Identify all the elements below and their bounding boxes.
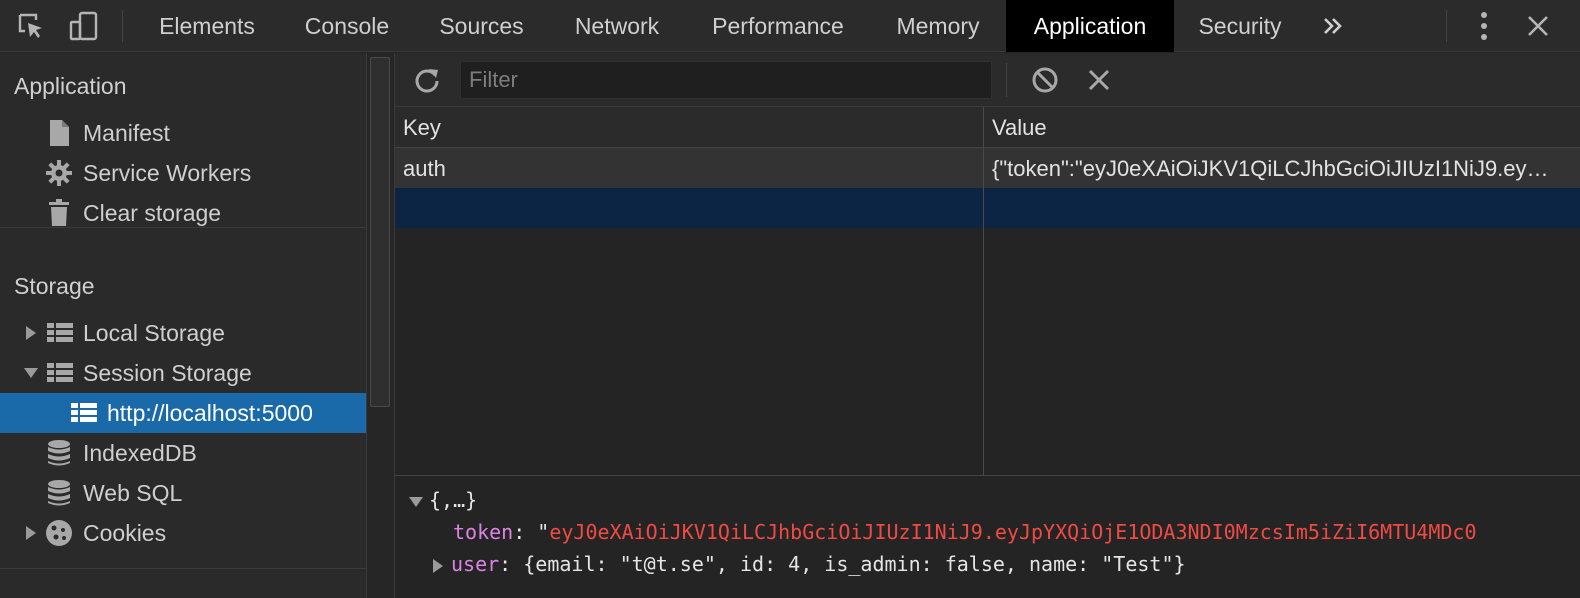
tab-memory[interactable]: Memory <box>880 0 996 52</box>
sidebar-item-label: Manifest <box>83 119 170 146</box>
sidebar-item-label: Web SQL <box>83 479 183 506</box>
database-icon <box>45 479 73 507</box>
sidebar-item-label: Local Storage <box>83 319 225 346</box>
section-title-application: Application <box>14 73 127 99</box>
tab-network[interactable]: Network <box>557 0 677 52</box>
sidebar-item-label: http://localhost:5000 <box>107 399 313 426</box>
manifest-icon <box>45 119 73 147</box>
expand-arrow-icon[interactable] <box>433 558 443 573</box>
device-toggle-icon[interactable] <box>66 8 102 44</box>
preview-token-line: token: "eyJ0eXAiOiJKV1QiLCJhbGciOiJIUzI1… <box>453 520 1477 544</box>
preview-root[interactable]: {,…} <box>409 488 477 512</box>
collapse-arrow-icon[interactable] <box>24 368 38 378</box>
toolbar-divider <box>1006 63 1007 97</box>
sidebar-item-session-storage[interactable]: Session Storage <box>0 353 366 393</box>
sidebar-item-label: IndexedDB <box>83 439 197 466</box>
sidebar-item-local-storage[interactable]: Local Storage <box>0 313 366 353</box>
filter-input[interactable] <box>460 61 992 99</box>
preview-token-key: token <box>453 520 514 544</box>
gear-icon <box>45 159 73 187</box>
kebab-menu-icon[interactable] <box>1466 8 1502 44</box>
storage-table: Key Value auth {"token":"eyJ0eXAiOiJKV1Q… <box>395 107 1580 475</box>
table-icon <box>46 359 74 387</box>
clear-all-icon[interactable] <box>1027 62 1063 98</box>
application-sidebar: Application Manifest Service Workers Cle… <box>0 53 366 598</box>
column-divider[interactable] <box>983 107 984 475</box>
table-header: Key Value <box>395 107 1580 148</box>
database-icon <box>45 439 73 467</box>
sidebar-item-label: Cookies <box>83 519 167 546</box>
value-preview: {,…} token: "eyJ0eXAiOiJKV1QiLCJhbGciOiJ… <box>395 475 1580 598</box>
sidebar-scrollbar[interactable] <box>366 53 395 598</box>
sidebar-scrollbar-thumb[interactable] <box>370 57 390 407</box>
sidebar-item-label: Service Workers <box>83 159 252 186</box>
toolbar-divider <box>1446 10 1447 42</box>
collapse-arrow-icon[interactable] <box>409 496 423 507</box>
inspect-icon[interactable] <box>13 8 49 44</box>
refresh-icon[interactable] <box>409 62 445 98</box>
table-icon <box>46 319 74 347</box>
cell-key[interactable]: auth <box>403 156 973 182</box>
expand-arrow-icon[interactable] <box>26 326 36 340</box>
tab-elements[interactable]: Elements <box>140 0 274 52</box>
toolbar-divider <box>122 10 123 42</box>
storage-toolbar <box>395 53 1580 107</box>
section-title-storage: Storage <box>14 273 95 299</box>
sidebar-item-service-workers[interactable]: Service Workers <box>0 153 366 193</box>
sidebar-item-label: Session Storage <box>83 359 252 386</box>
sidebar-item-manifest[interactable]: Manifest <box>0 113 366 153</box>
tab-sources[interactable]: Sources <box>424 0 539 52</box>
cell-value[interactable]: {"token":"eyJ0eXAiOiJKV1QiLCJhbGciOiJIUz… <box>992 156 1557 182</box>
column-header-value[interactable]: Value <box>992 115 1047 141</box>
sidebar-item-localhost-5000[interactable]: http://localhost:5000 <box>0 393 366 433</box>
preview-user-key: user <box>451 552 500 576</box>
table-row-empty-selected[interactable] <box>395 188 1580 228</box>
close-icon[interactable] <box>1520 8 1556 44</box>
preview-token-value: eyJ0eXAiOiJKV1QiLCJhbGciOiJIUzI1NiJ9.eyJ… <box>549 520 1477 544</box>
sidebar-item-web-sql[interactable]: Web SQL <box>0 473 366 513</box>
table-row[interactable]: auth {"token":"eyJ0eXAiOiJKV1QiLCJhbGciO… <box>395 148 1580 188</box>
sidebar-item-indexeddb[interactable]: IndexedDB <box>0 433 366 473</box>
trash-icon <box>45 199 73 227</box>
sidebar-item-cookies[interactable]: Cookies <box>0 513 366 553</box>
tab-console[interactable]: Console <box>288 0 406 52</box>
preview-user-line[interactable]: user: {email: "t@t.se", id: 4, is_admin:… <box>433 552 1186 576</box>
sidebar-item-label: Clear storage <box>83 199 222 226</box>
tab-application[interactable]: Application <box>1006 0 1174 52</box>
sidebar-divider <box>0 568 366 569</box>
devtools-tab-bar: Elements Console Sources Network Perform… <box>0 0 1580 52</box>
delete-selected-icon[interactable] <box>1081 62 1117 98</box>
preview-user-value: {email: "t@t.se", id: 4, is_admin: false… <box>523 552 1186 576</box>
sidebar-divider <box>0 227 366 228</box>
expand-arrow-icon[interactable] <box>26 526 36 540</box>
tab-security[interactable]: Security <box>1184 0 1296 52</box>
column-header-key[interactable]: Key <box>403 115 441 141</box>
session-storage-panel: Key Value auth {"token":"eyJ0eXAiOiJKV1Q… <box>395 53 1580 598</box>
cookie-icon <box>45 519 73 547</box>
more-tabs-icon[interactable] <box>1315 8 1351 44</box>
table-icon <box>70 399 98 427</box>
tab-performance[interactable]: Performance <box>694 0 862 52</box>
